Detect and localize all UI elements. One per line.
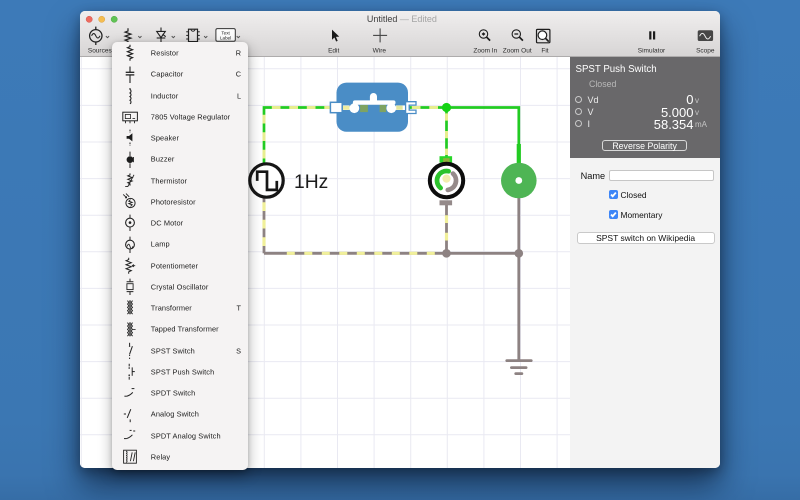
svg-text:Simulator: Simulator	[638, 47, 666, 54]
svg-text:Sources: Sources	[88, 47, 113, 54]
svg-text:Label: Label	[220, 36, 231, 41]
svg-text:Scope: Scope	[696, 47, 715, 54]
svg-text:Untitled — Edited: Untitled — Edited	[367, 14, 437, 24]
svg-text:Wire: Wire	[373, 47, 387, 54]
svg-text:Fit: Fit	[541, 47, 548, 54]
svg-text:1Hz: 1Hz	[294, 172, 328, 193]
svg-text:Zoom Out: Zoom Out	[503, 47, 532, 54]
svg-text:Edit: Edit	[328, 47, 339, 54]
svg-text:Zoom In: Zoom In	[473, 47, 497, 54]
